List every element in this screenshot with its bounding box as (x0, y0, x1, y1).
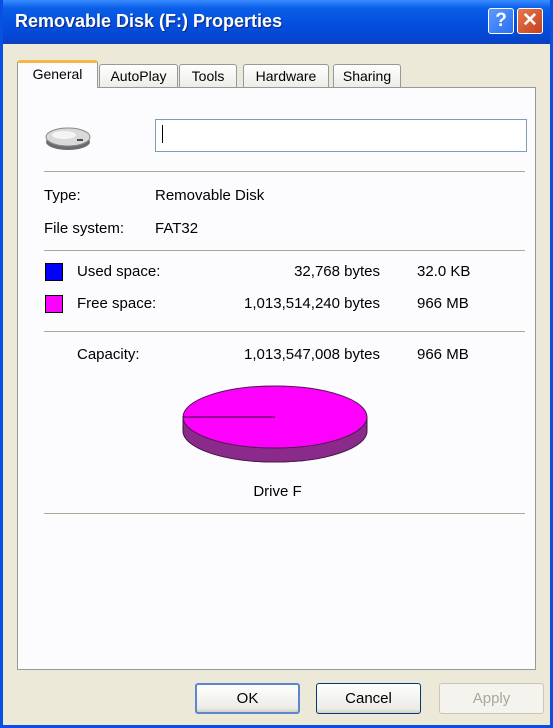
removable-drive-icon (45, 127, 91, 150)
disk-usage-pie-chart (182, 385, 368, 463)
used-space-swatch (45, 263, 63, 281)
tab-tools[interactable]: Tools (179, 64, 237, 88)
used-space-bytes: 32,768 bytes (294, 263, 380, 280)
general-panel: Type: Removable Disk File system: FAT32 … (17, 87, 536, 670)
cancel-button[interactable]: Cancel (316, 683, 421, 714)
properties-window: Removable Disk (F:) Properties ? ✕ Gener… (0, 0, 553, 728)
free-space-swatch (45, 295, 63, 313)
separator (44, 513, 525, 514)
apply-button[interactable]: Apply (439, 683, 544, 714)
tab-general[interactable]: General (17, 60, 98, 88)
file-system-value: FAT32 (155, 220, 199, 237)
window-title: Removable Disk (F:) Properties (15, 11, 283, 31)
type-label: Type: (44, 187, 81, 204)
text-caret (162, 125, 163, 144)
drive-name-input[interactable] (155, 119, 527, 152)
free-space-bytes: 1,013,514,240 bytes (244, 295, 380, 312)
capacity-size: 966 MB (417, 346, 469, 363)
tab-autoplay[interactable]: AutoPlay (99, 64, 178, 88)
separator (44, 250, 525, 251)
drive-label: Drive F (253, 483, 302, 500)
close-button[interactable]: ✕ (517, 8, 543, 34)
capacity-bytes: 1,013,547,008 bytes (244, 346, 380, 363)
type-value: Removable Disk (155, 187, 265, 204)
separator (44, 171, 525, 172)
used-space-size: 32.0 KB (417, 263, 471, 280)
help-button[interactable]: ? (488, 8, 514, 34)
title-bar[interactable]: Removable Disk (F:) Properties ? ✕ (3, 0, 550, 44)
free-space-size: 966 MB (417, 295, 469, 312)
capacity-label: Capacity: (77, 346, 140, 363)
free-space-label: Free space: (77, 295, 157, 312)
used-space-label: Used space: (77, 263, 161, 280)
tab-hardware[interactable]: Hardware (243, 64, 329, 88)
ok-button[interactable]: OK (195, 683, 300, 714)
separator (44, 331, 525, 332)
file-system-label: File system: (44, 220, 125, 237)
tab-sharing[interactable]: Sharing (333, 64, 401, 88)
